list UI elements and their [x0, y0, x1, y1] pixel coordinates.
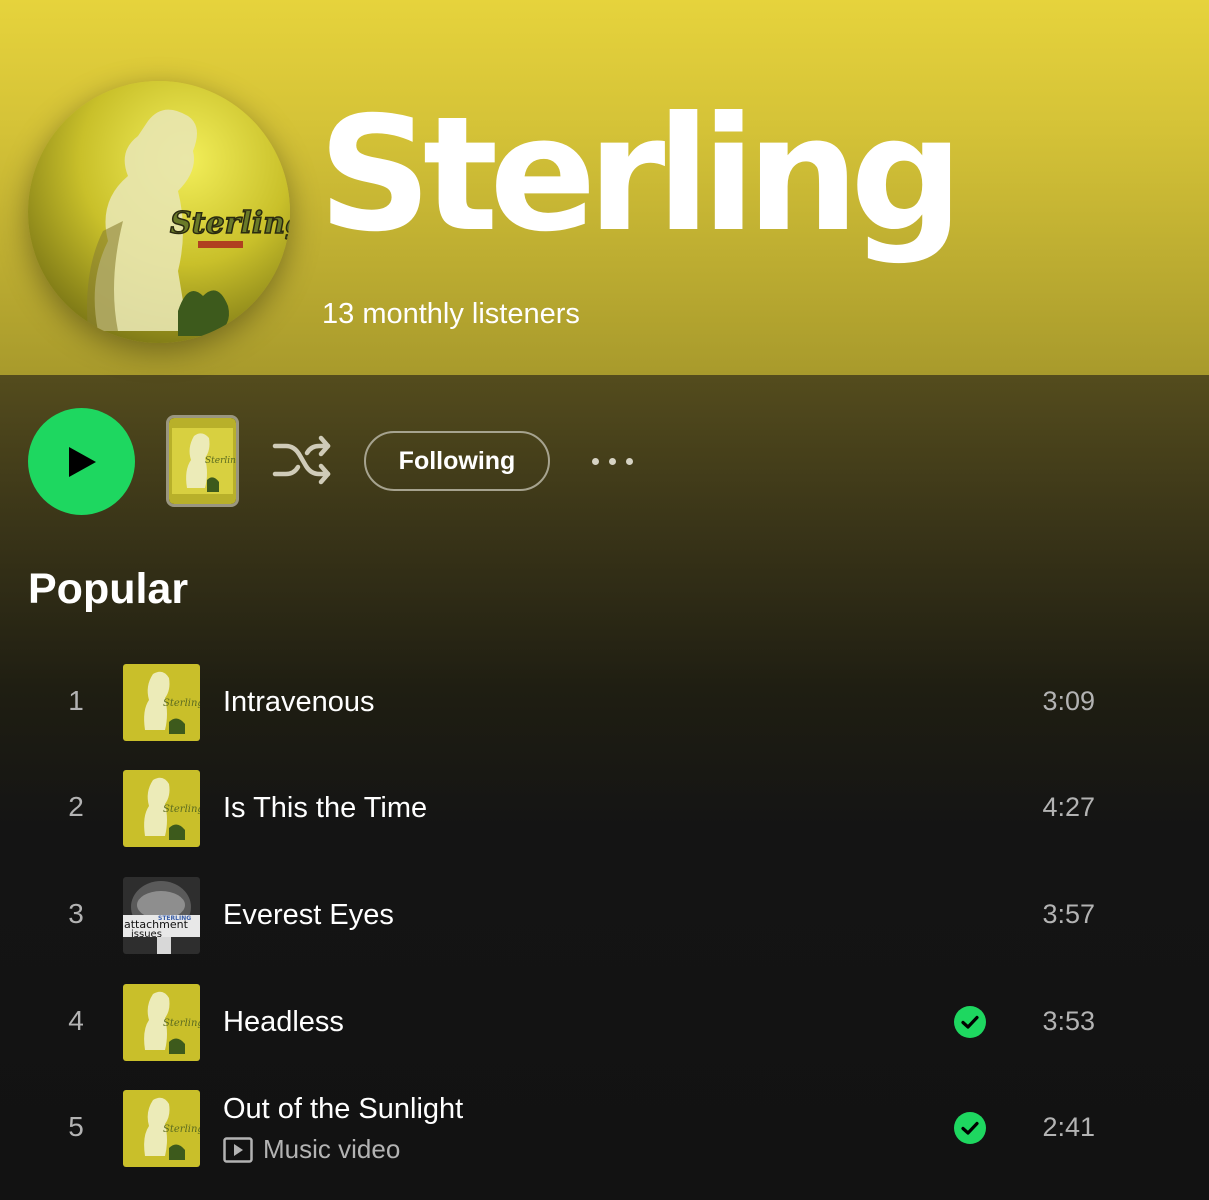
downloaded-check-icon	[954, 1006, 986, 1038]
track-title: Is This the Time	[223, 792, 428, 824]
track-title: Everest Eyes	[223, 899, 394, 931]
track-title: Out of the Sunlight	[223, 1093, 464, 1125]
track-cover: Sterling	[123, 984, 200, 1061]
shuffle-icon	[272, 435, 331, 485]
play-icon	[68, 446, 96, 477]
artist-avatar: Sterling	[28, 81, 290, 343]
monthly-listeners: 13 monthly listeners	[322, 298, 580, 330]
svg-text:Sterling: Sterling	[163, 1124, 200, 1135]
track-number: 2	[68, 791, 84, 822]
svg-text:Sterling: Sterling	[205, 456, 236, 466]
section-title-popular: Popular	[28, 565, 189, 613]
track-cover: Sterling	[123, 1090, 200, 1167]
track-duration: 3:57	[1042, 899, 1095, 929]
downloaded-check-icon	[954, 1112, 986, 1144]
track-cover: STERLING attachment issues	[123, 877, 200, 954]
track-row[interactable]: 2 Sterling Is This the Time 4:27	[0, 760, 1209, 856]
more-options-button[interactable]	[584, 446, 640, 476]
artist-name: Sterling	[318, 83, 963, 267]
track-title: Headless	[223, 1006, 344, 1038]
track-row[interactable]: 5 Sterling Out of the Sunlight Music vid…	[0, 1080, 1209, 1176]
track-title: Intravenous	[223, 686, 375, 718]
shuffle-button[interactable]	[270, 432, 334, 490]
play-button[interactable]	[28, 408, 135, 515]
music-video-link[interactable]: Music video	[223, 1134, 400, 1165]
track-cover: Sterling	[123, 664, 200, 741]
track-duration: 2:41	[1042, 1112, 1095, 1142]
track-subtitle: Music video	[263, 1134, 401, 1164]
track-row[interactable]: 4 Sterling Headless 3:53	[0, 974, 1209, 1070]
svg-text:Sterling: Sterling	[163, 698, 200, 709]
track-number: 3	[68, 898, 84, 929]
track-row[interactable]: 1 Sterling Intravenous 3:09	[0, 654, 1209, 750]
following-button[interactable]: Following	[364, 431, 550, 491]
track-number: 4	[68, 1005, 84, 1036]
svg-text:Sterling: Sterling	[163, 1018, 200, 1029]
track-number: 1	[68, 685, 84, 716]
svg-text:Sterling: Sterling	[163, 804, 200, 815]
svg-text:Sterling: Sterling	[170, 206, 290, 241]
track-duration: 3:09	[1042, 686, 1095, 716]
video-icon	[223, 1136, 253, 1163]
track-number: 5	[68, 1111, 84, 1142]
track-duration: 3:53	[1042, 1006, 1095, 1036]
track-row[interactable]: 3 STERLING attachment issues Everest Eye…	[0, 867, 1209, 963]
more-dots-icon	[591, 457, 599, 465]
track-duration: 4:27	[1042, 792, 1095, 822]
artist-preview-thumbnail[interactable]: Sterling	[166, 415, 239, 507]
track-cover: Sterling	[123, 770, 200, 847]
